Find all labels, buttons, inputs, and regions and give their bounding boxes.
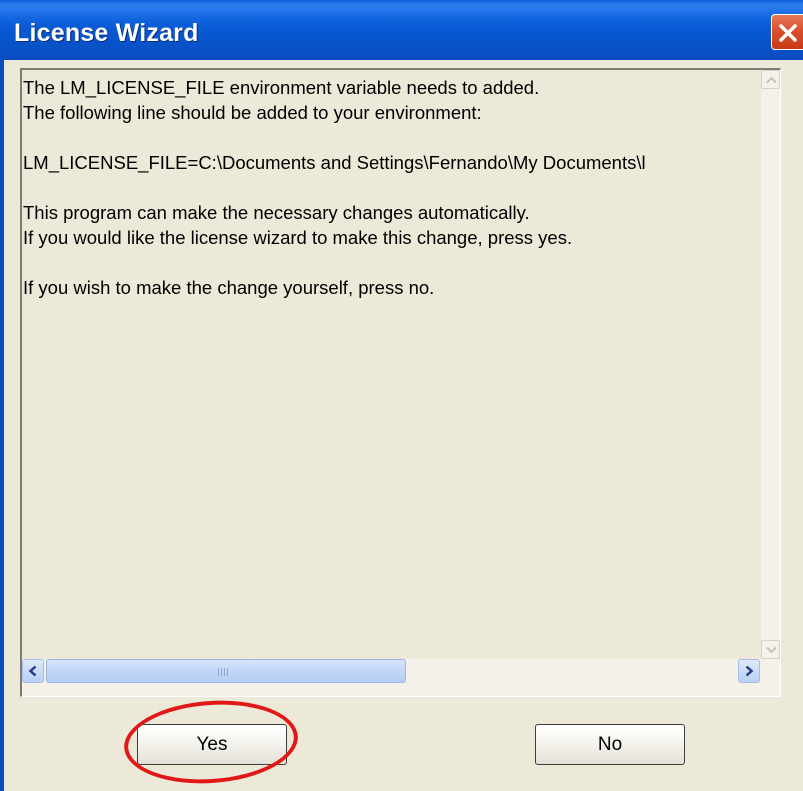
message-line: If you wish to make the change yourself,… — [23, 277, 435, 298]
horizontal-scroll-thumb[interactable] — [46, 659, 406, 683]
message-line: If you would like the license wizard to … — [23, 227, 573, 248]
scroll-right-button[interactable] — [738, 659, 760, 683]
message-line: The LM_LICENSE_FILE environment variable… — [23, 77, 540, 98]
license-wizard-dialog: License Wizard The LM_LICENSE_FILE envir… — [0, 0, 803, 791]
message-line — [23, 125, 761, 150]
annotation-circle — [121, 695, 301, 789]
close-button[interactable] — [771, 14, 803, 50]
scroll-left-button[interactable] — [22, 659, 44, 683]
message-line: The following line should be added to yo… — [23, 102, 482, 123]
message-line: LM_LICENSE_FILE=C:\Documents and Setting… — [23, 152, 646, 173]
chevron-right-icon — [745, 665, 754, 677]
message-line: This program can make the necessary chan… — [23, 202, 530, 223]
scroll-thumb-grip — [218, 668, 230, 676]
close-icon — [779, 24, 797, 42]
chevron-left-icon — [28, 665, 37, 677]
no-button[interactable]: No — [535, 724, 685, 765]
window-frame-left — [0, 60, 4, 791]
vertical-scrollbar[interactable] — [761, 70, 780, 659]
message-line — [23, 250, 761, 275]
message-line — [23, 175, 761, 200]
message-text: The LM_LICENSE_FILE environment variable… — [23, 75, 761, 655]
title-bar[interactable]: License Wizard — [0, 0, 803, 60]
chevron-up-icon — [766, 76, 777, 84]
dialog-title: License Wizard — [14, 19, 199, 47]
scroll-down-button[interactable] — [761, 640, 780, 659]
chevron-down-icon — [766, 646, 777, 654]
horizontal-scrollbar[interactable] — [22, 659, 780, 696]
message-text-area[interactable]: The LM_LICENSE_FILE environment variable… — [20, 68, 781, 697]
scroll-up-button[interactable] — [761, 70, 780, 89]
